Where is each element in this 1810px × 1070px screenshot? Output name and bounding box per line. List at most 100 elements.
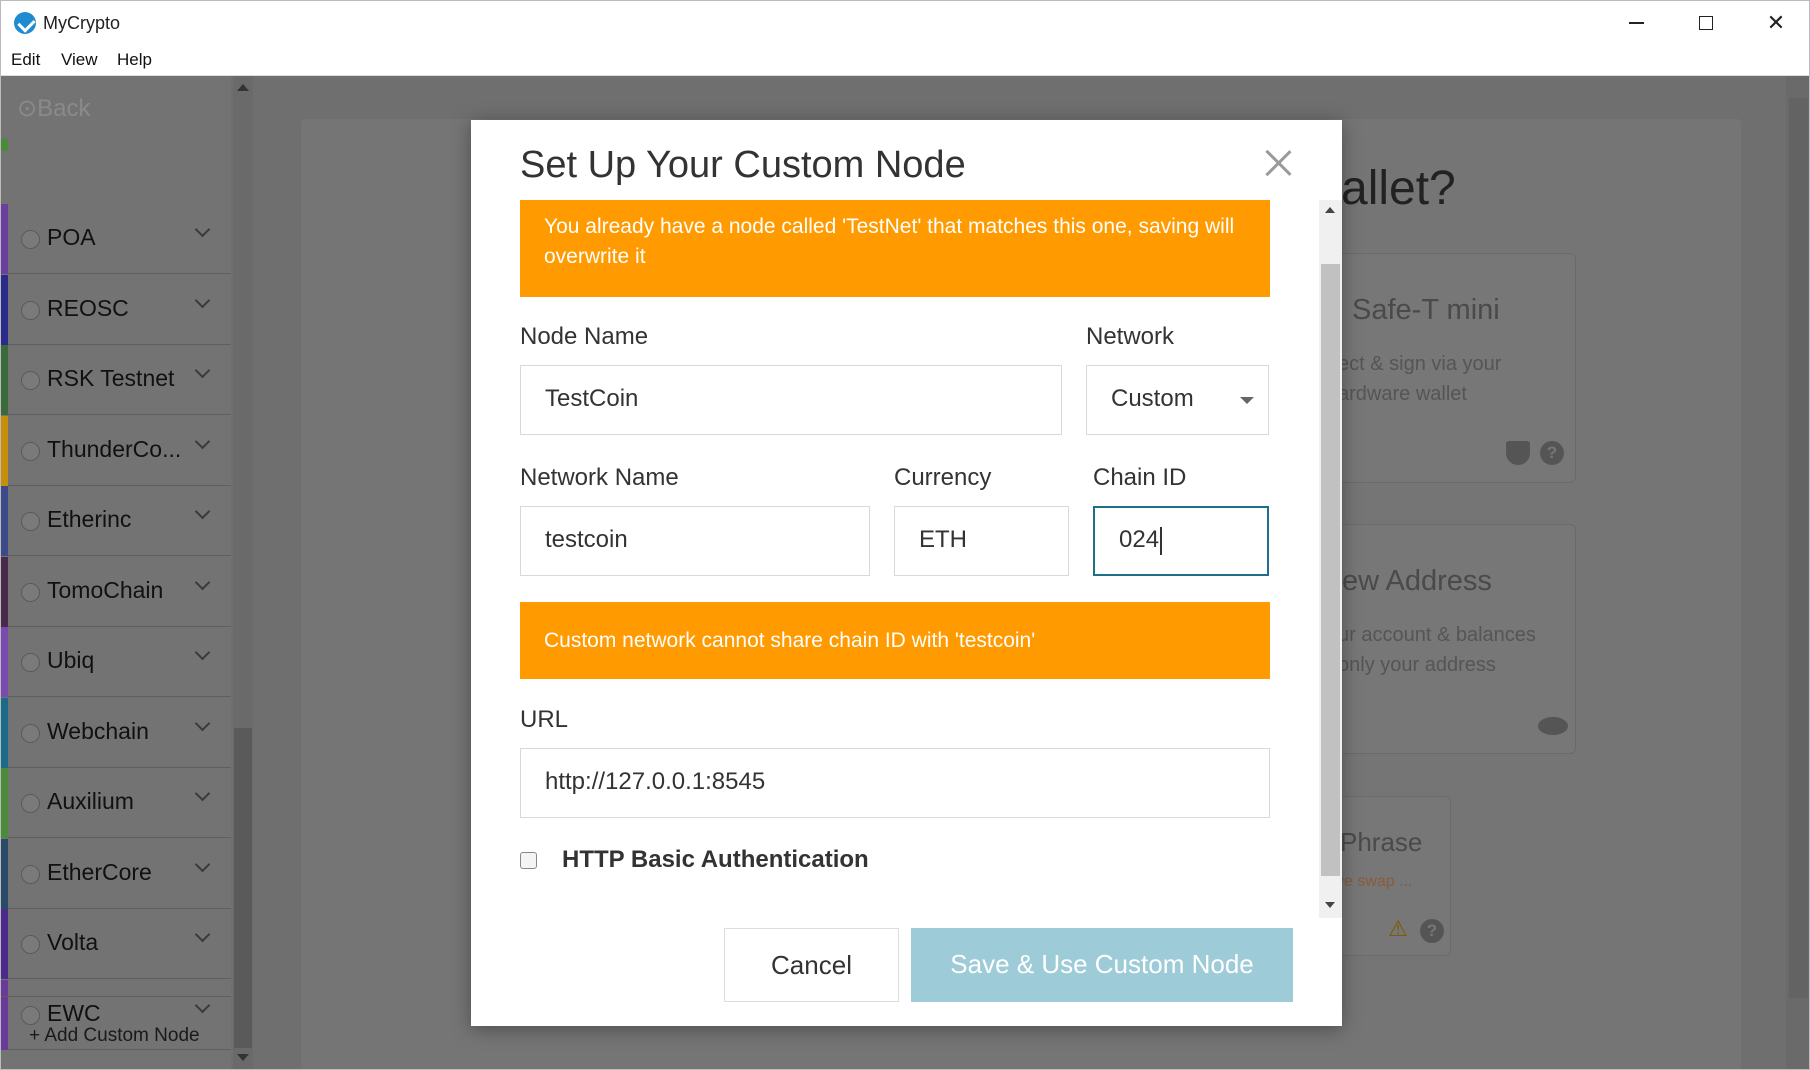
wallet-card-text: ve swap ...: [1336, 873, 1413, 890]
chevron-down-icon[interactable]: [194, 785, 211, 802]
network-color-stripe: [1, 838, 8, 909]
add-custom-node-label: Add Custom Node: [44, 1025, 200, 1046]
network-color-stripe: [1, 697, 8, 768]
wallet-card-view-address[interactable]: ew Address ur account & balances only yo…: [1301, 524, 1576, 754]
http-auth-checkbox[interactable]: [520, 852, 537, 869]
chain-id-warning: Custom network cannot share chain ID wit…: [520, 602, 1270, 679]
network-name-input[interactable]: testcoin: [520, 506, 870, 576]
chevron-down-icon[interactable]: [194, 574, 211, 590]
close-icon: ✕: [1766, 10, 1786, 35]
chevron-down-icon[interactable]: [194, 221, 211, 238]
eye-icon: [1538, 717, 1568, 735]
chain-id-value: 024: [1119, 526, 1160, 553]
node-name-input[interactable]: TestCoin: [520, 365, 1062, 435]
maximize-button[interactable]: [1671, 1, 1741, 45]
network-label: REOSC: [47, 294, 129, 321]
network-color-stripe: [1, 556, 8, 627]
modal-scroll-down-icon[interactable]: [1325, 902, 1335, 908]
network-radio[interactable]: [21, 230, 40, 249]
sidebar-color-stripe: [1, 139, 8, 151]
back-label: Back: [37, 95, 91, 122]
network-color-stripe: [1, 486, 8, 556]
minimize-button[interactable]: [1601, 1, 1671, 45]
menu-view[interactable]: View: [61, 50, 98, 70]
network-radio[interactable]: [21, 723, 40, 743]
text-caret: [1160, 526, 1162, 555]
sidebar-network-item[interactable]: Auxilium: [1, 768, 231, 838]
network-radio[interactable]: [21, 582, 40, 602]
sidebar-network-item[interactable]: RSK Testnet: [1, 345, 231, 415]
network-label: EtherCore: [47, 858, 152, 885]
sidebar-network-item[interactable]: POA: [1, 204, 231, 274]
help-icon[interactable]: ?: [1420, 919, 1444, 943]
network-sidebar: ⊙Back POA REOSC RSK Testnet ThunderCo... Eth…: [1, 76, 231, 1069]
chevron-down-icon[interactable]: [194, 926, 211, 943]
plus-icon: +: [29, 1025, 45, 1046]
network-radio[interactable]: [21, 371, 40, 390]
network-label: POA: [47, 224, 96, 250]
page-scrollbar-thumb[interactable]: [1789, 98, 1808, 998]
title-bar: MyCrypto ✕: [1, 1, 1809, 45]
menu-help[interactable]: Help: [117, 50, 152, 70]
wallet-card-text: ect & sign via your: [1338, 353, 1502, 375]
help-icon[interactable]: ?: [1540, 441, 1564, 465]
chevron-down-icon[interactable]: [194, 856, 211, 872]
minimize-icon: [1629, 22, 1644, 24]
modal-scrollbar-thumb[interactable]: [1321, 264, 1340, 876]
network-select[interactable]: Custom: [1086, 365, 1269, 435]
chevron-down-icon[interactable]: [194, 292, 211, 308]
chevron-down-icon[interactable]: [194, 362, 211, 379]
network-color-stripe: [1, 204, 8, 274]
wallet-card-title: Safe-T mini: [1352, 294, 1500, 326]
wallet-card-text: ardware wallet: [1338, 383, 1467, 405]
network-color-stripe: [1, 345, 8, 415]
menu-edit[interactable]: Edit: [11, 50, 40, 70]
http-auth-label[interactable]: HTTP Basic Authentication: [562, 846, 869, 874]
sidebar-network-item[interactable]: TomoChain: [1, 556, 231, 627]
network-label: Network: [1086, 323, 1175, 350]
sidebar-network-item[interactable]: Webchain: [1, 697, 231, 768]
network-radio[interactable]: [21, 794, 40, 813]
chevron-down-icon[interactable]: [194, 503, 211, 520]
save-custom-node-button[interactable]: Save & Use Custom Node: [911, 928, 1293, 1002]
app-window: MyCrypto ✕ Edit View Help ⊙Back POA REOSC…: [0, 0, 1810, 1070]
sidebar-network-item[interactable]: REOSC: [1, 274, 231, 345]
network-color-stripe: [1, 768, 8, 838]
sidebar-network-item[interactable]: EtherCore: [1, 838, 231, 909]
url-input[interactable]: http://127.0.0.1:8545: [520, 748, 1270, 818]
add-custom-node-button[interactable]: + Add Custom Node: [1, 996, 231, 1069]
sidebar-network-item[interactable]: Ubiq: [1, 627, 231, 697]
close-window-button[interactable]: ✕: [1741, 1, 1809, 45]
network-label: ThunderCo...: [47, 435, 182, 462]
chevron-down-icon[interactable]: [194, 715, 211, 731]
sidebar-network-item[interactable]: Volta: [1, 909, 231, 979]
network-radio[interactable]: [21, 864, 40, 884]
cancel-button[interactable]: Cancel: [724, 928, 899, 1002]
network-color-stripe: [1, 909, 8, 979]
duplicate-node-warning: You already have a node called 'TestNet'…: [520, 200, 1270, 297]
network-radio[interactable]: [21, 935, 40, 954]
network-radio[interactable]: [21, 300, 40, 320]
network-radio[interactable]: [21, 441, 40, 461]
network-radio[interactable]: [21, 653, 40, 672]
sidebar-network-item[interactable]: ThunderCo...: [1, 415, 231, 486]
chevron-down-icon[interactable]: [194, 433, 211, 449]
modal-scroll-up-icon[interactable]: [1325, 207, 1335, 213]
sidebar-scroll-up-icon[interactable]: [237, 84, 249, 91]
chain-id-input[interactable]: 024: [1093, 506, 1269, 576]
url-label: URL: [520, 706, 569, 733]
custom-node-modal: Set Up Your Custom Node You already have…: [471, 120, 1342, 1026]
sidebar-network-item[interactable]: Etherinc: [1, 486, 231, 556]
menu-bar: Edit View Help: [1, 45, 1809, 76]
back-button[interactable]: ⊙Back: [17, 94, 90, 123]
network-color-stripe: [1, 627, 8, 697]
wallet-card-safet[interactable]: Safe-T mini ect & sign via your ardware …: [1301, 253, 1576, 483]
sidebar-scrollbar-thumb[interactable]: [234, 728, 252, 1048]
network-radio[interactable]: [21, 512, 40, 531]
sidebar-scroll-down-icon[interactable]: [237, 1054, 249, 1061]
mycrypto-logo-icon: [14, 12, 36, 34]
window-title: MyCrypto: [43, 13, 121, 33]
chevron-down-icon[interactable]: [194, 644, 211, 661]
modal-close-icon[interactable]: [1261, 146, 1295, 180]
currency-input[interactable]: ETH: [894, 506, 1069, 576]
